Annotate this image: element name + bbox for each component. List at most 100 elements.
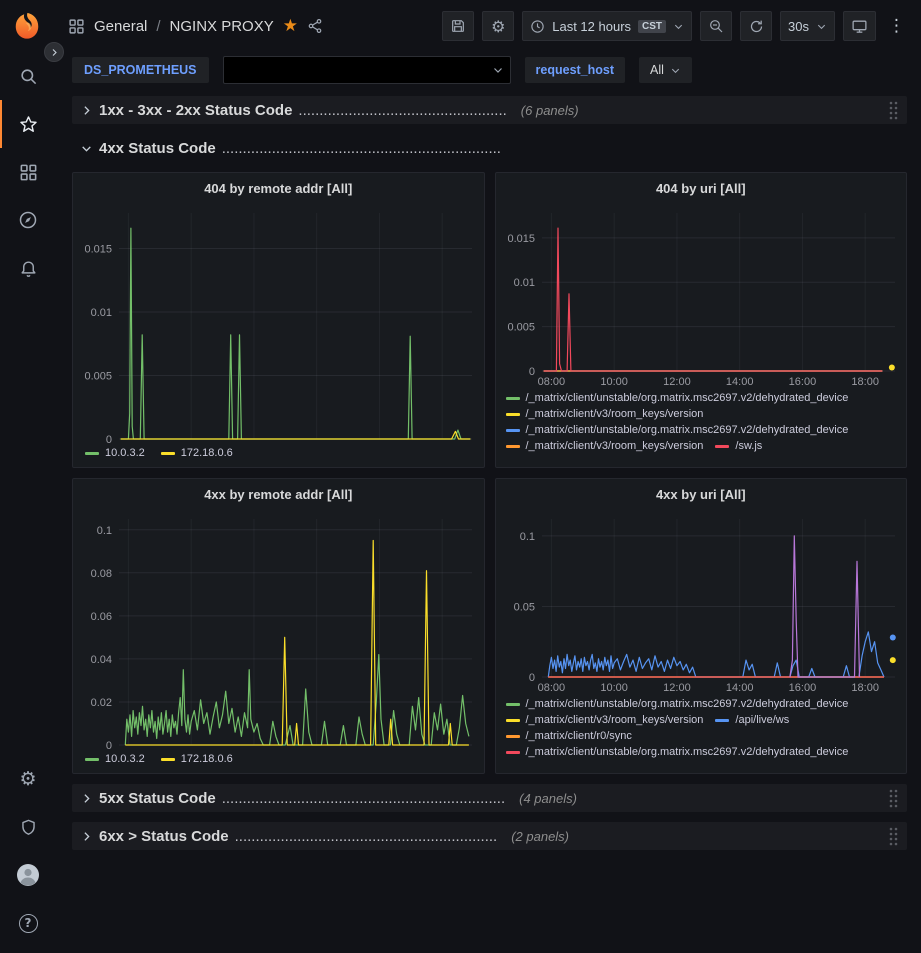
row-leader-dots: ........................................… bbox=[222, 140, 501, 157]
refresh-interval-dropdown[interactable]: 30s bbox=[780, 11, 835, 41]
legend-item[interactable]: /sw.js bbox=[715, 440, 762, 452]
legend-series-label: /_matrix/client/v3/room_keys/version bbox=[526, 440, 704, 452]
svg-text:0: 0 bbox=[106, 434, 112, 445]
row-6xx[interactable]: 6xx > Status Code ......................… bbox=[72, 822, 907, 850]
panel-chart[interactable]: 08:0010:0012:0014:0016:0018:0000.020.040… bbox=[73, 509, 484, 751]
legend-series-label: /_matrix/client/v3/room_keys/version bbox=[526, 714, 704, 726]
panel-grid: 404 by remote addr [All] 08:0010:0012:00… bbox=[72, 172, 907, 774]
refresh-button[interactable] bbox=[740, 11, 772, 41]
row-5xx[interactable]: 5xx Status Code ........................… bbox=[72, 784, 907, 812]
legend-item[interactable]: /_matrix/client/unstable/org.matrix.msc2… bbox=[506, 746, 849, 758]
legend-item[interactable]: /_matrix/client/unstable/org.matrix.msc2… bbox=[506, 424, 849, 436]
legend-item[interactable]: /_matrix/client/v3/room_keys/version bbox=[506, 408, 704, 420]
row-4xx[interactable]: 4xx Status Code ........................… bbox=[72, 134, 907, 162]
dashboard-settings-button[interactable]: ⚙ bbox=[482, 11, 514, 41]
legend-series-label: /_matrix/client/unstable/org.matrix.msc2… bbox=[526, 424, 849, 436]
sidebar-item-help[interactable]: ? bbox=[0, 899, 54, 947]
row-leader-dots: ........................................… bbox=[298, 102, 506, 119]
breadcrumb-folder[interactable]: General bbox=[94, 18, 147, 35]
chevron-down-icon bbox=[816, 21, 827, 32]
row-panel-count: (2 panels) bbox=[511, 829, 569, 844]
help-icon: ? bbox=[19, 914, 38, 933]
svg-text:0.01: 0.01 bbox=[91, 307, 112, 319]
panel-title[interactable]: 4xx by uri [All] bbox=[496, 479, 907, 509]
sidebar-item-dashboards[interactable] bbox=[0, 148, 54, 196]
legend-series-color bbox=[161, 758, 175, 761]
sidebar-item-configuration[interactable]: ⚙ bbox=[0, 755, 54, 803]
request-host-value: All bbox=[650, 63, 664, 77]
sidebar: ⚙ ? bbox=[0, 0, 54, 953]
legend-item[interactable]: 172.18.0.6 bbox=[161, 753, 233, 765]
request-host-label[interactable]: request_host bbox=[525, 57, 626, 83]
panel-chart[interactable]: 08:0010:0012:0014:0016:0018:0000.050.1 bbox=[496, 509, 907, 695]
svg-text:0: 0 bbox=[528, 366, 534, 378]
legend-series-color bbox=[506, 735, 520, 738]
panel-chart[interactable]: 08:0010:0012:0014:0016:0018:0000.0050.01… bbox=[73, 203, 484, 445]
panel-4xx-by-remote-addr: 4xx by remote addr [All] 08:0010:0012:00… bbox=[72, 478, 485, 774]
shield-icon bbox=[19, 818, 38, 837]
row-drag-handle[interactable] bbox=[887, 825, 899, 847]
legend-item[interactable]: /_matrix/client/unstable/org.matrix.msc2… bbox=[506, 698, 849, 710]
gear-icon: ⚙ bbox=[491, 17, 505, 36]
grafana-flame-icon bbox=[12, 11, 42, 41]
time-range-label: Last 12 hours bbox=[552, 19, 631, 34]
legend-series-label: /_matrix/client/v3/room_keys/version bbox=[526, 408, 704, 420]
dashboard-title[interactable]: NGINX PROXY bbox=[170, 18, 274, 35]
svg-text:0.05: 0.05 bbox=[513, 601, 534, 613]
panel-title[interactable]: 404 by uri [All] bbox=[496, 173, 907, 203]
more-options-kebab[interactable]: ⋮ bbox=[884, 16, 909, 36]
time-range-picker[interactable]: Last 12 hours CST bbox=[522, 11, 692, 41]
svg-text:0.06: 0.06 bbox=[91, 611, 112, 623]
svg-text:0.01: 0.01 bbox=[513, 277, 534, 289]
sidebar-item-alerting[interactable] bbox=[0, 244, 54, 292]
host-variable-select[interactable] bbox=[223, 56, 511, 84]
legend-item[interactable]: /_matrix/client/r0/sync bbox=[506, 730, 632, 742]
bell-icon bbox=[19, 259, 38, 278]
legend-item[interactable]: 172.18.0.6 bbox=[161, 447, 233, 459]
row-drag-handle[interactable] bbox=[887, 99, 899, 121]
legend-series-label: /api/live/ws bbox=[735, 714, 789, 726]
legend-item[interactable]: 10.0.3.2 bbox=[85, 447, 145, 459]
datasource-variable[interactable]: DS_PROMETHEUS bbox=[72, 57, 209, 83]
svg-text:0.015: 0.015 bbox=[84, 244, 112, 256]
svg-text:12:00: 12:00 bbox=[663, 376, 691, 388]
sidebar-item-profile[interactable] bbox=[0, 851, 54, 899]
chevron-right-icon bbox=[50, 48, 59, 57]
sidebar-item-search[interactable] bbox=[0, 52, 54, 100]
favorite-star-icon[interactable]: ★ bbox=[283, 16, 298, 36]
legend-item[interactable]: /_matrix/client/unstable/org.matrix.msc2… bbox=[506, 392, 849, 404]
legend-item[interactable]: /_matrix/client/v3/room_keys/version bbox=[506, 440, 704, 452]
sidebar-item-explore[interactable] bbox=[0, 196, 54, 244]
svg-text:0.04: 0.04 bbox=[91, 654, 112, 666]
row-drag-handle[interactable] bbox=[887, 787, 899, 809]
panel-chart[interactable]: 08:0010:0012:0014:0016:0018:0000.0050.01… bbox=[496, 203, 907, 389]
svg-text:18:00: 18:00 bbox=[851, 376, 879, 388]
sidebar-bottom-nav: ⚙ ? bbox=[0, 755, 54, 947]
legend-item[interactable]: /_matrix/client/v3/room_keys/version bbox=[506, 714, 704, 726]
row-1xx-3xx-2xx[interactable]: 1xx - 3xx - 2xx Status Code ............… bbox=[72, 96, 907, 124]
legend-series-color bbox=[85, 452, 99, 455]
panel-404-by-remote-addr: 404 by remote addr [All] 08:0010:0012:00… bbox=[72, 172, 485, 468]
monitor-icon bbox=[851, 18, 868, 35]
svg-text:0.1: 0.1 bbox=[519, 531, 534, 543]
sidebar-item-server-admin[interactable] bbox=[0, 803, 54, 851]
row-title: 5xx Status Code bbox=[99, 790, 216, 807]
zoom-out-button[interactable] bbox=[700, 11, 732, 41]
cycle-view-button[interactable] bbox=[843, 11, 876, 41]
row-title: 6xx > Status Code bbox=[99, 828, 229, 845]
sidebar-item-starred[interactable] bbox=[0, 100, 54, 148]
svg-text:10:00: 10:00 bbox=[600, 376, 628, 388]
request-host-value-dropdown[interactable]: All bbox=[639, 57, 692, 83]
panel-title[interactable]: 4xx by remote addr [All] bbox=[73, 479, 484, 509]
zoom-out-icon bbox=[708, 18, 724, 34]
panel-title[interactable]: 404 by remote addr [All] bbox=[73, 173, 484, 203]
save-dashboard-button[interactable] bbox=[442, 11, 474, 41]
svg-text:0.015: 0.015 bbox=[507, 233, 535, 245]
legend-item[interactable]: /api/live/ws bbox=[715, 714, 789, 726]
share-icon[interactable] bbox=[307, 18, 323, 34]
chevron-right-icon bbox=[80, 104, 93, 117]
legend-item[interactable]: 10.0.3.2 bbox=[85, 753, 145, 765]
svg-text:10:00: 10:00 bbox=[600, 682, 628, 694]
svg-text:12:00: 12:00 bbox=[663, 682, 691, 694]
sidebar-expand-button[interactable] bbox=[44, 42, 64, 62]
